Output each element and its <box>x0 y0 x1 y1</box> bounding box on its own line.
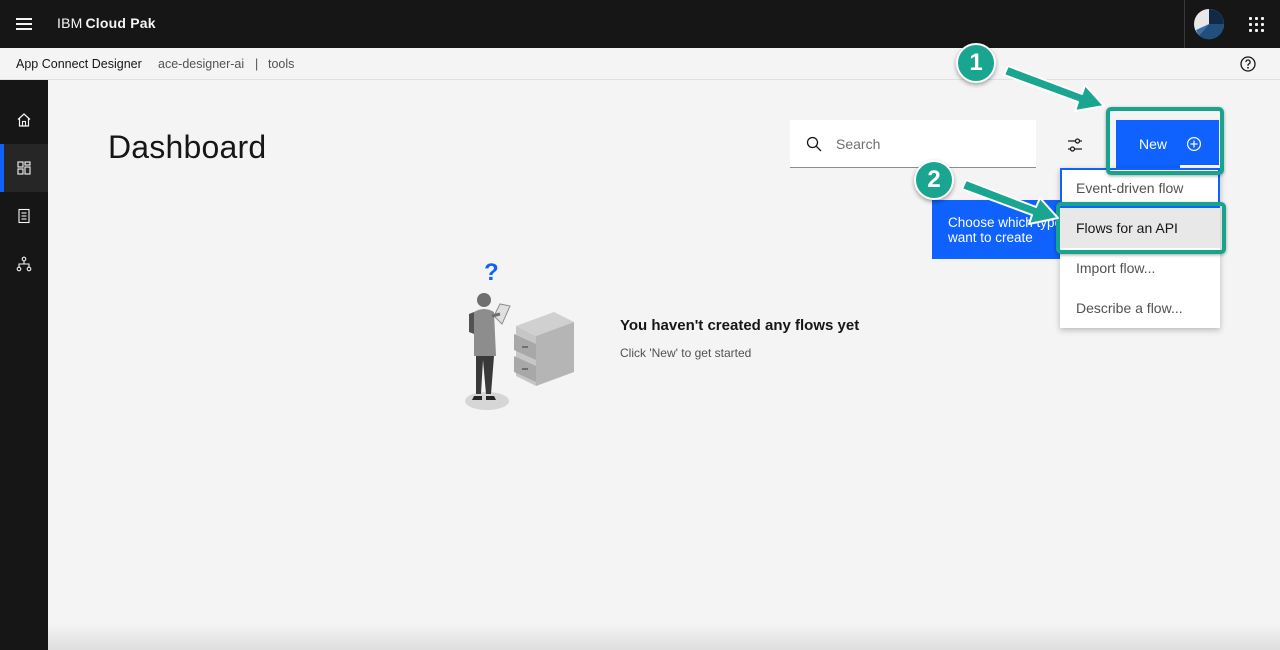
sliders-icon <box>1068 138 1082 152</box>
hierarchy-icon <box>16 256 32 272</box>
breadcrumb: App Connect Designer ace-designer-ai | t… <box>0 48 1280 80</box>
dashboard-icon <box>17 161 31 175</box>
app-switcher-icon <box>1248 16 1264 32</box>
empty-state-illustration: ? <box>465 259 574 410</box>
add-icon <box>1186 136 1202 152</box>
catalog-icon <box>18 208 30 224</box>
brand-prefix: IBM <box>57 15 83 31</box>
nav-item-dashboard[interactable] <box>0 144 48 192</box>
new-button-label: New <box>1139 136 1168 152</box>
breadcrumb-separator: | <box>255 57 259 71</box>
menu-item-event-driven-flow[interactable]: Event-driven flow <box>1060 168 1220 208</box>
new-menu: Event-driven flow Flows for an API Impor… <box>1060 168 1220 328</box>
brand-product: Cloud Pak <box>85 15 156 31</box>
tooltip-line-2: want to create <box>948 230 1033 245</box>
nav-item-flows[interactable] <box>0 240 48 288</box>
empty-state-subtitle: Click 'New' to get started <box>620 346 752 360</box>
step-badge-1: 1 <box>956 43 996 83</box>
home-icon <box>17 113 31 127</box>
avatar-icon <box>1193 9 1224 40</box>
breadcrumb-namespace: tools <box>268 57 295 71</box>
user-avatar-button[interactable] <box>1184 0 1232 48</box>
empty-state-title: You haven't created any flows yet <box>620 317 860 334</box>
help-icon[interactable] <box>1239 55 1257 73</box>
brand-name[interactable]: IBM Cloud Pak <box>57 15 156 31</box>
page-title: Dashboard <box>108 129 267 165</box>
breadcrumb-app[interactable]: App Connect Designer <box>16 57 142 71</box>
side-nav <box>0 80 48 650</box>
new-tooltip: Choose which type want to create <box>932 200 1062 259</box>
menu-item-describe-flow[interactable]: Describe a flow... <box>1060 288 1220 328</box>
app-switcher-button[interactable] <box>1232 0 1280 48</box>
filter-button[interactable] <box>1058 128 1092 162</box>
tooltip-line-1: Choose which type <box>948 215 1062 230</box>
step-badge-2: 2 <box>914 160 954 200</box>
search-box[interactable] <box>790 120 1036 168</box>
top-header: IBM Cloud Pak <box>0 0 1280 48</box>
menu-item-flows-for-an-api[interactable]: Flows for an API <box>1060 208 1220 248</box>
nav-item-home[interactable] <box>0 96 48 144</box>
search-icon <box>806 136 822 152</box>
breadcrumb-instance: ace-designer-ai <box>158 57 245 71</box>
nav-item-catalog[interactable] <box>0 192 48 240</box>
menu-icon[interactable] <box>0 0 48 48</box>
menu-item-import-flow[interactable]: Import flow... <box>1060 248 1220 288</box>
bottom-shadow <box>48 625 1280 650</box>
new-button[interactable]: New <box>1116 120 1219 168</box>
svg-text:?: ? <box>484 259 499 286</box>
